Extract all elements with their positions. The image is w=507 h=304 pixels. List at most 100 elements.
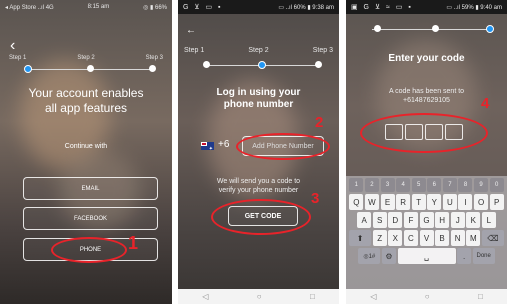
key-2[interactable]: 2 bbox=[364, 178, 379, 192]
annotation-circle-3 bbox=[211, 199, 311, 235]
key-t[interactable]: T bbox=[411, 194, 426, 210]
status-bar: ◂ App Store ..ıl 4G 8:15 am ◎ ▮ 66% bbox=[0, 0, 172, 14]
nav-recent-icon[interactable]: □ bbox=[310, 292, 315, 301]
annotation-number-2: 2 bbox=[315, 114, 324, 131]
key-r[interactable]: R bbox=[396, 194, 411, 210]
key-n[interactable]: N bbox=[450, 230, 465, 246]
key-g[interactable]: G bbox=[419, 212, 434, 228]
annotation-circle-4 bbox=[360, 113, 488, 153]
step-1-label: Step 1 bbox=[9, 55, 27, 61]
status-battery-time: ▭ ..ıl 60% ▮ 9:38 am bbox=[278, 4, 334, 11]
key-7[interactable]: 7 bbox=[442, 178, 457, 192]
status-notification-icons: ▣ G ⊻ ≈ ▭ ▪ bbox=[351, 4, 413, 11]
android-nav-bar: ◁ ○ □ bbox=[346, 289, 507, 304]
email-button[interactable]: EMAIL bbox=[23, 177, 158, 200]
key-x[interactable]: X bbox=[388, 230, 403, 246]
key-8[interactable]: 8 bbox=[458, 178, 473, 192]
shift-key-icon[interactable]: ⬆ bbox=[349, 230, 372, 246]
annotation-number-4: 4 bbox=[481, 95, 490, 112]
backspace-key-icon[interactable]: ⌫ bbox=[481, 230, 504, 246]
key-k[interactable]: K bbox=[466, 212, 481, 228]
step-labels: Step 1 Step 2 Step 3 bbox=[0, 55, 172, 61]
step-2-label: Step 2 bbox=[248, 47, 269, 54]
settings-key-icon[interactable]: ⚙ bbox=[381, 248, 396, 264]
step-1-dot bbox=[24, 65, 32, 73]
status-bar: G ⊻ ▭ ▪ ▭ ..ıl 60% ▮ 9:38 am bbox=[178, 0, 339, 14]
key-9[interactable]: 9 bbox=[474, 178, 489, 192]
nav-recent-icon[interactable]: □ bbox=[478, 292, 483, 301]
step-3-dot bbox=[486, 25, 494, 33]
status-battery: ◎ ▮ 66% bbox=[143, 4, 167, 11]
page-title: Enter your code bbox=[388, 53, 465, 64]
key-6[interactable]: 6 bbox=[427, 178, 442, 192]
status-carrier: ◂ App Store ..ıl 4G bbox=[5, 4, 54, 11]
screen-account-options: ◂ App Store ..ıl 4G 8:15 am ◎ ▮ 66% ‹ St… bbox=[0, 0, 172, 304]
step-1-dot bbox=[374, 25, 381, 32]
key-y[interactable]: Y bbox=[427, 194, 442, 210]
space-key[interactable]: ␣ bbox=[397, 248, 456, 264]
annotation-number-3: 3 bbox=[311, 190, 320, 207]
step-labels: Step 1 Step 2 Step 3 bbox=[178, 47, 339, 54]
annotation-circle-1 bbox=[51, 237, 127, 263]
key-u[interactable]: U bbox=[442, 194, 457, 210]
key-z[interactable]: Z bbox=[372, 230, 387, 246]
australia-flag-icon[interactable] bbox=[201, 142, 214, 150]
key-0[interactable]: 0 bbox=[489, 178, 504, 192]
key-w[interactable]: W bbox=[364, 194, 379, 210]
back-arrow-icon[interactable]: ‹ bbox=[10, 38, 15, 54]
key-b[interactable]: B bbox=[435, 230, 450, 246]
status-battery-time: ▭ ..ıl 59% ▮ 9:40 am bbox=[446, 4, 502, 11]
step-2-dot bbox=[87, 65, 94, 72]
nav-back-icon[interactable]: ◁ bbox=[370, 292, 376, 301]
key-s[interactable]: S bbox=[372, 212, 387, 228]
key-m[interactable]: M bbox=[466, 230, 481, 246]
screen-phone-login: G ⊻ ▭ ▪ ▭ ..ıl 60% ▮ 9:38 am ← Step 1 St… bbox=[178, 0, 339, 304]
key-1[interactable]: 1 bbox=[349, 178, 364, 192]
key-v[interactable]: V bbox=[419, 230, 434, 246]
annotation-circle-2 bbox=[236, 133, 330, 160]
step-1-dot bbox=[203, 61, 210, 68]
nav-back-icon[interactable]: ◁ bbox=[202, 292, 208, 301]
code-sent-label: A code has been sent to bbox=[388, 88, 465, 95]
done-key[interactable]: Done bbox=[472, 248, 495, 264]
step-3-label: Step 3 bbox=[145, 55, 163, 61]
key-e[interactable]: E bbox=[380, 194, 395, 210]
step-2-dot bbox=[432, 25, 439, 32]
key-o[interactable]: O bbox=[474, 194, 489, 210]
symbols-key[interactable]: ◎1# bbox=[358, 248, 381, 264]
key-5[interactable]: 5 bbox=[411, 178, 426, 192]
period-key[interactable]: . bbox=[457, 248, 472, 264]
key-3[interactable]: 3 bbox=[380, 178, 395, 192]
status-notification-icons: G ⊻ ▭ ▪ bbox=[183, 4, 223, 11]
annotation-number-1: 1 bbox=[128, 233, 139, 253]
step-2-label: Step 2 bbox=[77, 55, 95, 61]
key-f[interactable]: F bbox=[403, 212, 418, 228]
key-p[interactable]: P bbox=[489, 194, 504, 210]
key-a[interactable]: A bbox=[357, 212, 372, 228]
country-code[interactable]: +6 bbox=[218, 139, 229, 150]
step-3-dot bbox=[149, 65, 156, 72]
key-j[interactable]: J bbox=[450, 212, 465, 228]
key-c[interactable]: C bbox=[403, 230, 418, 246]
keyboard-number-row: 1 2 3 4 5 6 7 8 9 0 bbox=[347, 178, 506, 192]
key-q[interactable]: Q bbox=[349, 194, 364, 210]
step-1-label: Step 1 bbox=[184, 47, 205, 54]
key-l[interactable]: L bbox=[481, 212, 496, 228]
continue-with-label: Continue with bbox=[64, 143, 108, 150]
back-arrow-icon[interactable]: ← bbox=[186, 26, 196, 36]
key-i[interactable]: I bbox=[458, 194, 473, 210]
step-3-label: Step 3 bbox=[312, 47, 333, 54]
keyboard-row-2: A S D F G H J K L bbox=[347, 212, 506, 228]
key-h[interactable]: H bbox=[435, 212, 450, 228]
keyboard-row-3: ⬆ Z X C V B N M ⌫ bbox=[347, 230, 506, 246]
key-d[interactable]: D bbox=[388, 212, 403, 228]
step-2-dot bbox=[258, 61, 266, 69]
nav-home-icon[interactable]: ○ bbox=[425, 292, 430, 301]
facebook-button[interactable]: FACEBOOK bbox=[23, 207, 158, 230]
key-4[interactable]: 4 bbox=[396, 178, 411, 192]
nav-home-icon[interactable]: ○ bbox=[257, 292, 262, 301]
screen-enter-code: ▣ G ⊻ ≈ ▭ ▪ ▭ ..ıl 59% ▮ 9:40 am Enter y… bbox=[346, 0, 507, 304]
headline: Your account enables all app features bbox=[28, 86, 144, 115]
page-title: Log in using your phone number bbox=[216, 87, 301, 110]
android-nav-bar: ◁ ○ □ bbox=[178, 289, 339, 304]
